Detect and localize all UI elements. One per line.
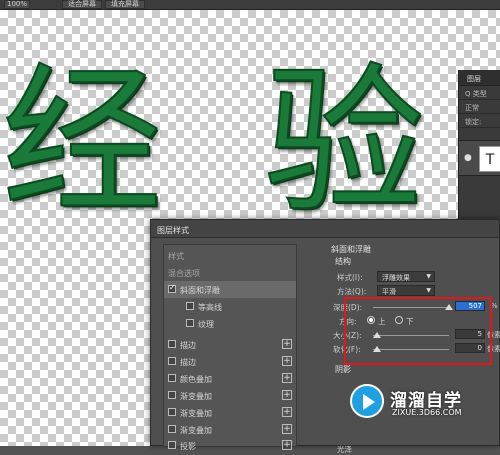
drop-shadow-checkbox[interactable] — [168, 441, 176, 449]
highlight-box — [344, 297, 492, 365]
drop-shadow-label: 投影 — [180, 442, 196, 451]
lock-label: 锁定: — [459, 114, 500, 128]
chevron-down-icon: ▼ — [426, 273, 431, 280]
contour-label: 等高线 — [198, 303, 222, 312]
texture-label: 纹理 — [198, 320, 214, 329]
chevron-down-icon: ▼ — [426, 287, 431, 294]
gradient-overlay-label-2: 渐变叠加 — [180, 409, 212, 418]
styles-header[interactable]: 样式 — [164, 247, 296, 264]
fit-screen-button[interactable]: 适合屏幕 — [62, 0, 102, 9]
blend-mode-select[interactable]: 正常 — [459, 100, 500, 114]
stroke-item-2[interactable]: 描边 + — [164, 353, 296, 370]
dialog-title: 图层样式 — [151, 220, 499, 238]
method-select-value: 平滑 — [382, 288, 396, 296]
stroke-label: 描边 — [180, 341, 196, 350]
add-icon[interactable]: + — [282, 440, 292, 450]
style-label: 样式(I): — [337, 273, 363, 282]
shading-title: 阴影 — [335, 365, 351, 374]
play-logo-icon — [350, 384, 384, 418]
gradient-overlay-item-3[interactable]: 渐变叠加 + — [164, 421, 296, 438]
style-select-value: 浮雕效果 — [382, 274, 410, 282]
method-select[interactable]: 平滑 ▼ — [377, 285, 435, 296]
add-icon[interactable]: + — [282, 356, 292, 366]
texture-checkbox[interactable] — [186, 319, 194, 327]
text-layer-row[interactable]: ● T — [459, 140, 500, 176]
gradient-overlay-item[interactable]: 渐变叠加 + — [164, 387, 296, 404]
add-icon[interactable]: + — [282, 407, 292, 417]
add-icon[interactable]: + — [282, 373, 292, 383]
zoom-button[interactable]: 100% — [4, 0, 30, 9]
texture-item[interactable]: 纹理 — [164, 315, 296, 332]
watermark-url: ZIXUE.3D66.COM — [392, 408, 462, 417]
blending-options-item[interactable]: 混合选项 — [164, 264, 296, 281]
fill-screen-button[interactable]: 填充屏幕 — [105, 0, 145, 9]
watermark: 溜溜自学 ZIXUE.3D66.COM — [350, 380, 500, 424]
stroke-label-2: 描边 — [180, 358, 196, 367]
add-icon[interactable]: + — [282, 424, 292, 434]
bevel-emboss-checkbox[interactable] — [168, 283, 176, 293]
options-bar: 100% 适合屏幕 填充屏幕 — [0, 0, 500, 10]
layer-kind-filter[interactable]: Q 类型 — [459, 86, 500, 100]
stroke-checkbox[interactable] — [168, 340, 176, 348]
structure-title: 结构 — [335, 257, 351, 266]
color-overlay-checkbox[interactable] — [168, 374, 176, 382]
gradient-overlay-label: 渐变叠加 — [180, 392, 212, 401]
contour-checkbox[interactable] — [186, 302, 194, 310]
canvas-text-char1: 经 — [1, 48, 163, 235]
color-overlay-item[interactable]: 颜色叠加 + — [164, 370, 296, 387]
eye-icon[interactable]: ● — [464, 153, 472, 163]
style-list: 样式 混合选项 斜面和浮雕 等高线 纹理 描边 + 描边 + 颜色叠加 + — [163, 244, 297, 451]
contour-item[interactable]: 等高线 — [164, 298, 296, 315]
gradient-overlay-item-2[interactable]: 渐变叠加 + — [164, 404, 296, 421]
layers-panel-title[interactable]: 图层 — [459, 70, 500, 86]
stroke-checkbox-2[interactable] — [168, 357, 176, 365]
gradient-overlay-label-3: 渐变叠加 — [180, 426, 212, 435]
gradient-overlay-checkbox-2[interactable] — [168, 408, 176, 416]
style-select[interactable]: 浮雕效果 ▼ — [377, 271, 435, 282]
add-icon[interactable]: + — [282, 390, 292, 400]
canvas-text-char2: 验 — [263, 48, 425, 235]
gradient-overlay-checkbox-3[interactable] — [168, 425, 176, 433]
gradient-overlay-checkbox[interactable] — [168, 391, 176, 399]
add-icon[interactable]: + — [282, 339, 292, 349]
method-label: 方法(Q): — [337, 287, 367, 296]
bevel-emboss-label: 斜面和浮雕 — [180, 286, 220, 295]
layer-thumbnail: T — [479, 146, 500, 172]
bevel-emboss-item[interactable]: 斜面和浮雕 — [164, 281, 296, 298]
stroke-item[interactable]: 描边 + — [164, 336, 296, 353]
color-overlay-label: 颜色叠加 — [180, 375, 212, 384]
section-title: 斜面和浮雕 — [331, 245, 371, 254]
